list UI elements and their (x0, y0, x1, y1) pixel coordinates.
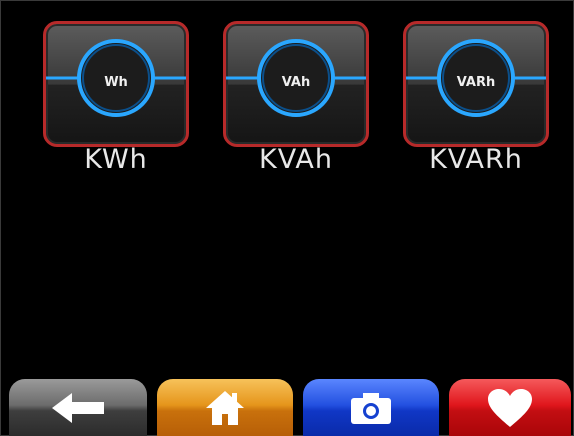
varh-meter-button[interactable]: VARh (403, 21, 549, 147)
favorite-button[interactable] (449, 379, 571, 436)
back-button[interactable] (9, 379, 147, 436)
back-arrow-icon (52, 393, 104, 423)
varh-icon-label: VARh (456, 75, 496, 90)
wh-icon-label: Wh (104, 75, 128, 90)
vah-icon-label: VAh (281, 75, 311, 90)
heart-icon (488, 389, 532, 427)
home-button[interactable] (157, 379, 293, 436)
kvah-caption: KVAh (258, 144, 334, 175)
wh-meter-button[interactable]: Wh (43, 21, 189, 147)
home-icon (206, 391, 244, 425)
camera-icon (351, 393, 391, 424)
energy-meter-screen: Wh VAh VARh KWh KVAh KVARh (0, 0, 574, 436)
kvarh-caption: KVARh (429, 144, 523, 175)
camera-button[interactable] (303, 379, 439, 436)
kwh-caption: KWh (84, 144, 148, 175)
vah-meter-button[interactable]: VAh (223, 21, 369, 147)
